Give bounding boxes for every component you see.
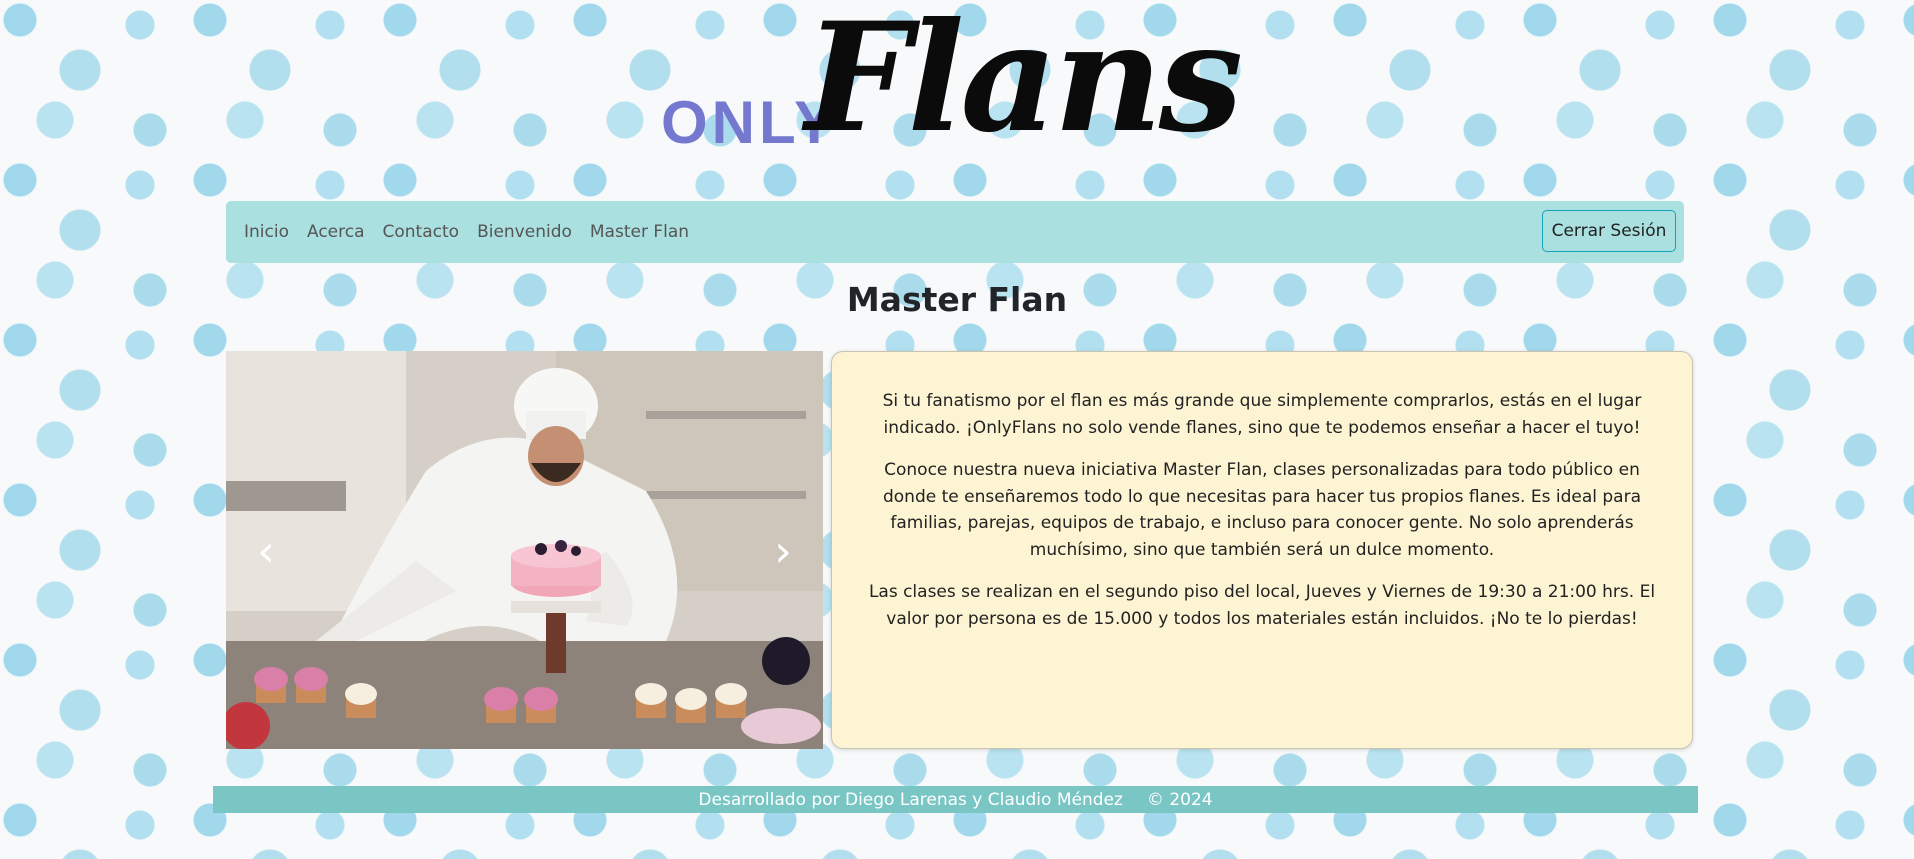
site-logo[interactable]: ONLY Flans [655,0,1275,180]
footer-credits: Desarrollado por Diego Larenas y Claudio… [698,789,1123,810]
footer-copyright: © 2024 [1146,789,1213,810]
nav-links: Inicio Acerca Contacto Bienvenido Master… [244,201,689,263]
carousel-next-button[interactable]: › [753,511,813,591]
page-title: Master Flan [846,280,1068,319]
navbar: Inicio Acerca Contacto Bienvenido Master… [226,201,1684,263]
nav-link-inicio[interactable]: Inicio [244,222,289,242]
nav-link-contacto[interactable]: Contacto [383,222,460,242]
nav-link-acerca[interactable]: Acerca [307,222,365,242]
chevron-right-icon: › [774,525,792,577]
nav-link-master-flan[interactable]: Master Flan [590,222,689,242]
info-paragraph-3: Las clases se realizan en el segundo pis… [868,582,1656,629]
master-flan-info-card: Si tu fanatismo por el flan es más grand… [831,351,1693,749]
nav-link-bienvenido[interactable]: Bienvenido [477,222,572,242]
site-footer: Desarrollado por Diego Larenas y Claudio… [213,786,1698,813]
site-header: ONLY Flans [0,0,1914,195]
info-paragraph-1: Si tu fanatismo por el flan es más grand… [882,391,1642,438]
logout-button[interactable]: Cerrar Sesión [1542,210,1676,252]
chevron-left-icon: ‹ [257,525,275,577]
logo-flans-text: Flans [805,0,1243,166]
image-carousel: ‹ › [226,351,823,749]
info-paragraph-2: Conoce nuestra nueva iniciativa Master F… [882,460,1642,560]
chef-decorating-cake-image [226,351,823,749]
carousel-prev-button[interactable]: ‹ [236,511,296,591]
